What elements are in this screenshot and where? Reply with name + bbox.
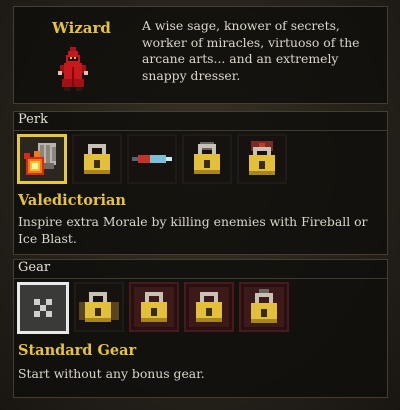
gear-slot-locked-4[interactable] <box>184 282 234 332</box>
gear-description: Start without any bonus gear. <box>18 366 205 381</box>
lock-icon <box>196 292 222 322</box>
lock-icon <box>84 144 110 174</box>
gear-panel: Gear Standard Gear Start without any bon… <box>13 259 388 398</box>
wizard-sprite-icon <box>56 47 90 95</box>
perk-section-title: Perk <box>18 112 48 127</box>
perk-panel: Perk Valedictorian Inspire extra Morale … <box>13 111 388 255</box>
gear-name: Standard Gear <box>18 342 137 359</box>
gear-section-title: Gear <box>18 260 51 275</box>
gear-divider <box>14 278 387 279</box>
lock-icon <box>132 155 172 163</box>
lock-icon <box>79 292 119 322</box>
perk-slot-locked-3[interactable] <box>127 134 177 184</box>
class-description: A wise sage, knower of secrets, worker o… <box>142 18 360 83</box>
gear-slot-locked-3[interactable] <box>129 282 179 332</box>
class-info-panel: Wizard A wise sage, knower of secrets, w… <box>13 6 388 104</box>
class-name: Wizard <box>52 19 111 37</box>
fireball-icon <box>24 143 56 175</box>
gear-slot-locked-2[interactable] <box>74 282 124 332</box>
perk-name: Valedictorian <box>18 192 126 209</box>
gear-slot-locked-5[interactable] <box>239 282 289 332</box>
perk-slot-locked-2[interactable] <box>72 134 122 184</box>
perk-slot-row <box>17 134 287 184</box>
perk-slot-locked-5[interactable] <box>237 134 287 184</box>
lock-icon <box>194 142 220 174</box>
perk-divider <box>14 130 387 131</box>
perk-slot-valedictorian[interactable] <box>17 134 67 184</box>
lock-icon <box>141 292 167 322</box>
gear-slot-standard[interactable] <box>17 282 69 334</box>
gear-slot-row <box>17 282 289 334</box>
perk-description: Inspire extra Morale by killing enemies … <box>18 214 368 246</box>
lock-icon <box>251 289 277 323</box>
x-icon <box>34 299 52 317</box>
perk-slot-locked-4[interactable] <box>182 134 232 184</box>
lock-icon <box>249 141 275 175</box>
